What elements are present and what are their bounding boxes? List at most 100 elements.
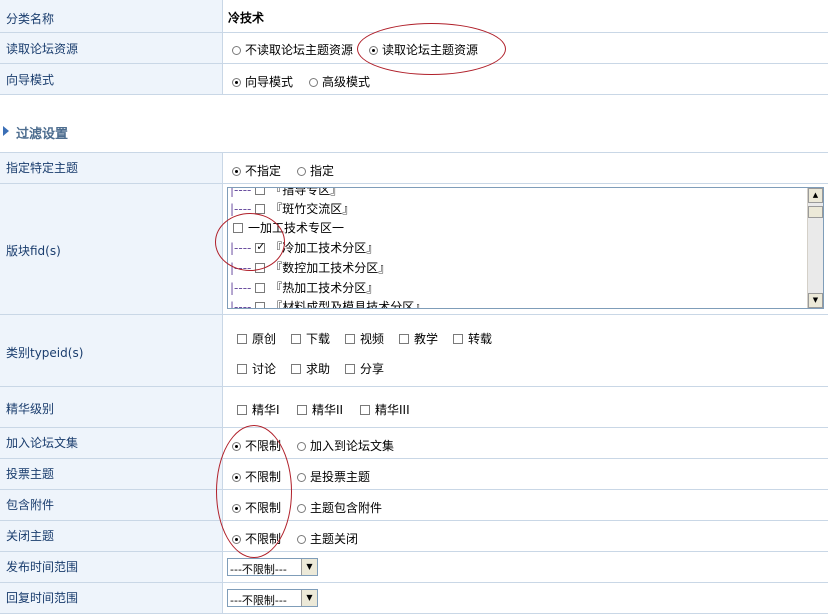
type-option[interactable]: 求助 xyxy=(291,360,330,377)
topic-option-specify[interactable]: 指定 xyxy=(297,162,334,179)
topic-value-cell: 不指定 指定 xyxy=(223,153,828,183)
checkbox-icon[interactable] xyxy=(233,223,243,233)
forum-listbox-scrollbar[interactable]: ▲ ▼ xyxy=(807,188,823,308)
radio-selected-icon[interactable] xyxy=(232,78,241,87)
radio-selected-icon[interactable] xyxy=(232,442,241,451)
checkbox-icon[interactable] xyxy=(237,405,247,415)
type-option[interactable]: 视频 xyxy=(345,330,384,347)
poll-option-yes-label: 是投票主题 xyxy=(310,470,371,484)
topic-option-none-label: 不指定 xyxy=(245,164,282,178)
type-option[interactable]: 讨论 xyxy=(237,360,276,377)
radio-selected-icon[interactable] xyxy=(369,46,378,55)
tree-prefix: |---- xyxy=(230,261,256,275)
scroll-up-arrow-icon[interactable]: ▲ xyxy=(808,188,823,203)
poll-option-any[interactable]: 不限制 xyxy=(232,468,281,485)
attach-option-any-label: 不限制 xyxy=(245,501,282,515)
chevron-down-icon[interactable]: ▼ xyxy=(301,590,317,606)
digest-option[interactable]: 精华III xyxy=(360,401,410,418)
collect-option-any[interactable]: 不限制 xyxy=(232,437,281,454)
list-item[interactable]: 一加工技术专区一 xyxy=(233,219,344,236)
mode-label: 向导模式 xyxy=(6,73,55,87)
closed-option-any[interactable]: 不限制 xyxy=(232,530,281,547)
post-time-select-value: ---不限制--- xyxy=(230,563,287,576)
read-forum-option-yes[interactable]: 读取论坛主题资源 xyxy=(369,41,478,58)
collect-option-yes[interactable]: 加入到论坛文集 xyxy=(297,437,394,454)
checkbox-icon[interactable] xyxy=(345,334,355,344)
attach-option-yes-label: 主题包含附件 xyxy=(310,501,383,515)
attach-row: 包含附件 不限制 主题包含附件 xyxy=(0,490,828,521)
checkbox-checked-icon[interactable] xyxy=(255,240,265,253)
poll-option-yes[interactable]: 是投票主题 xyxy=(297,468,370,485)
list-item[interactable]: |---- 『材料成型及模具技术分区』 xyxy=(230,298,427,309)
post-time-select[interactable]: ---不限制--- ▼ xyxy=(227,558,318,576)
attach-option-any[interactable]: 不限制 xyxy=(232,499,281,516)
mode-option-advanced[interactable]: 高级模式 xyxy=(309,73,370,90)
forum-label-cell: 版块fid(s) xyxy=(0,184,223,314)
checkbox-icon[interactable] xyxy=(255,263,266,273)
attach-option-yes[interactable]: 主题包含附件 xyxy=(297,499,382,516)
topic-option-none[interactable]: 不指定 xyxy=(232,162,281,179)
checkbox-icon[interactable] xyxy=(237,364,247,374)
checkbox-icon[interactable] xyxy=(255,302,266,308)
radio-icon[interactable] xyxy=(297,504,306,513)
checkbox-icon[interactable] xyxy=(297,405,307,415)
digest-option-label: 精华III xyxy=(375,403,410,417)
closed-value-cell: 不限制 主题关闭 xyxy=(223,521,828,551)
radio-icon[interactable] xyxy=(297,535,306,544)
type-option[interactable]: 转载 xyxy=(453,330,492,347)
type-option[interactable]: 原创 xyxy=(237,330,276,347)
mode-option-wizard[interactable]: 向导模式 xyxy=(232,73,293,90)
checkbox-icon[interactable] xyxy=(345,364,355,374)
checkbox-icon[interactable] xyxy=(237,334,247,344)
list-item[interactable]: |---- 『指导专区』 xyxy=(230,188,342,198)
radio-selected-icon[interactable] xyxy=(232,504,241,513)
forum-item-label: 『材料成型及模具技术分区』 xyxy=(270,300,427,309)
checkbox-icon[interactable] xyxy=(255,188,266,195)
radio-icon[interactable] xyxy=(309,78,318,87)
list-item[interactable]: |---- 『斑竹交流区』 xyxy=(230,200,354,217)
radio-selected-icon[interactable] xyxy=(232,473,241,482)
read-forum-option-no[interactable]: 不读取论坛主题资源 xyxy=(232,41,353,58)
type-option-label: 求助 xyxy=(306,362,331,376)
checkbox-icon[interactable] xyxy=(291,364,301,374)
reply-time-label-cell: 回复时间范围 xyxy=(0,583,223,613)
type-option-label: 下载 xyxy=(306,332,331,346)
topic-option-specify-label: 指定 xyxy=(310,164,335,178)
closed-label-cell: 关闭主题 xyxy=(0,521,223,551)
forum-label: 版块fid(s) xyxy=(6,244,61,258)
poll-row: 投票主题 不限制 是投票主题 xyxy=(0,459,828,490)
chevron-down-icon[interactable]: ▼ xyxy=(301,559,317,575)
scroll-thumb[interactable] xyxy=(808,206,823,218)
radio-selected-icon[interactable] xyxy=(232,167,241,176)
tree-prefix: |---- xyxy=(230,281,256,295)
checkbox-icon[interactable] xyxy=(255,204,266,214)
radio-icon[interactable] xyxy=(232,46,241,55)
closed-option-yes[interactable]: 主题关闭 xyxy=(297,530,358,547)
radio-icon[interactable] xyxy=(297,442,306,451)
checkbox-icon[interactable] xyxy=(291,334,301,344)
category-value-cell: 冷技术 xyxy=(223,0,828,32)
checkbox-icon[interactable] xyxy=(399,334,409,344)
type-option[interactable]: 分享 xyxy=(345,360,384,377)
checkbox-icon[interactable] xyxy=(255,283,266,293)
type-option[interactable]: 下载 xyxy=(291,330,330,347)
poll-value-cell: 不限制 是投票主题 xyxy=(223,459,828,489)
forum-listbox[interactable]: |---- 『指导专区』 |---- 『斑竹交流区』 一加工技术专区一 |---… xyxy=(227,187,824,309)
list-item[interactable]: |---- 『热加工技术分区』 xyxy=(230,279,378,296)
list-item[interactable]: |---- 『冷加工技术分区』 xyxy=(230,239,378,256)
radio-selected-icon[interactable] xyxy=(232,535,241,544)
checkbox-icon[interactable] xyxy=(453,334,463,344)
digest-option[interactable]: 精华II xyxy=(297,401,343,418)
type-option[interactable]: 教学 xyxy=(399,330,438,347)
checkbox-icon[interactable] xyxy=(360,405,370,415)
scroll-down-arrow-icon[interactable]: ▼ xyxy=(808,293,823,308)
radio-icon[interactable] xyxy=(297,167,306,176)
list-item[interactable]: |---- 『数控加工技术分区』 xyxy=(230,259,390,276)
reply-time-select[interactable]: ---不限制--- ▼ xyxy=(227,589,318,607)
tree-prefix: |---- xyxy=(230,300,256,309)
collect-row: 加入论坛文集 不限制 加入到论坛文集 xyxy=(0,428,828,459)
radio-icon[interactable] xyxy=(297,473,306,482)
read-forum-option-yes-label: 读取论坛主题资源 xyxy=(382,43,479,57)
digest-option[interactable]: 精华I xyxy=(237,401,280,418)
collect-label-cell: 加入论坛文集 xyxy=(0,428,223,458)
